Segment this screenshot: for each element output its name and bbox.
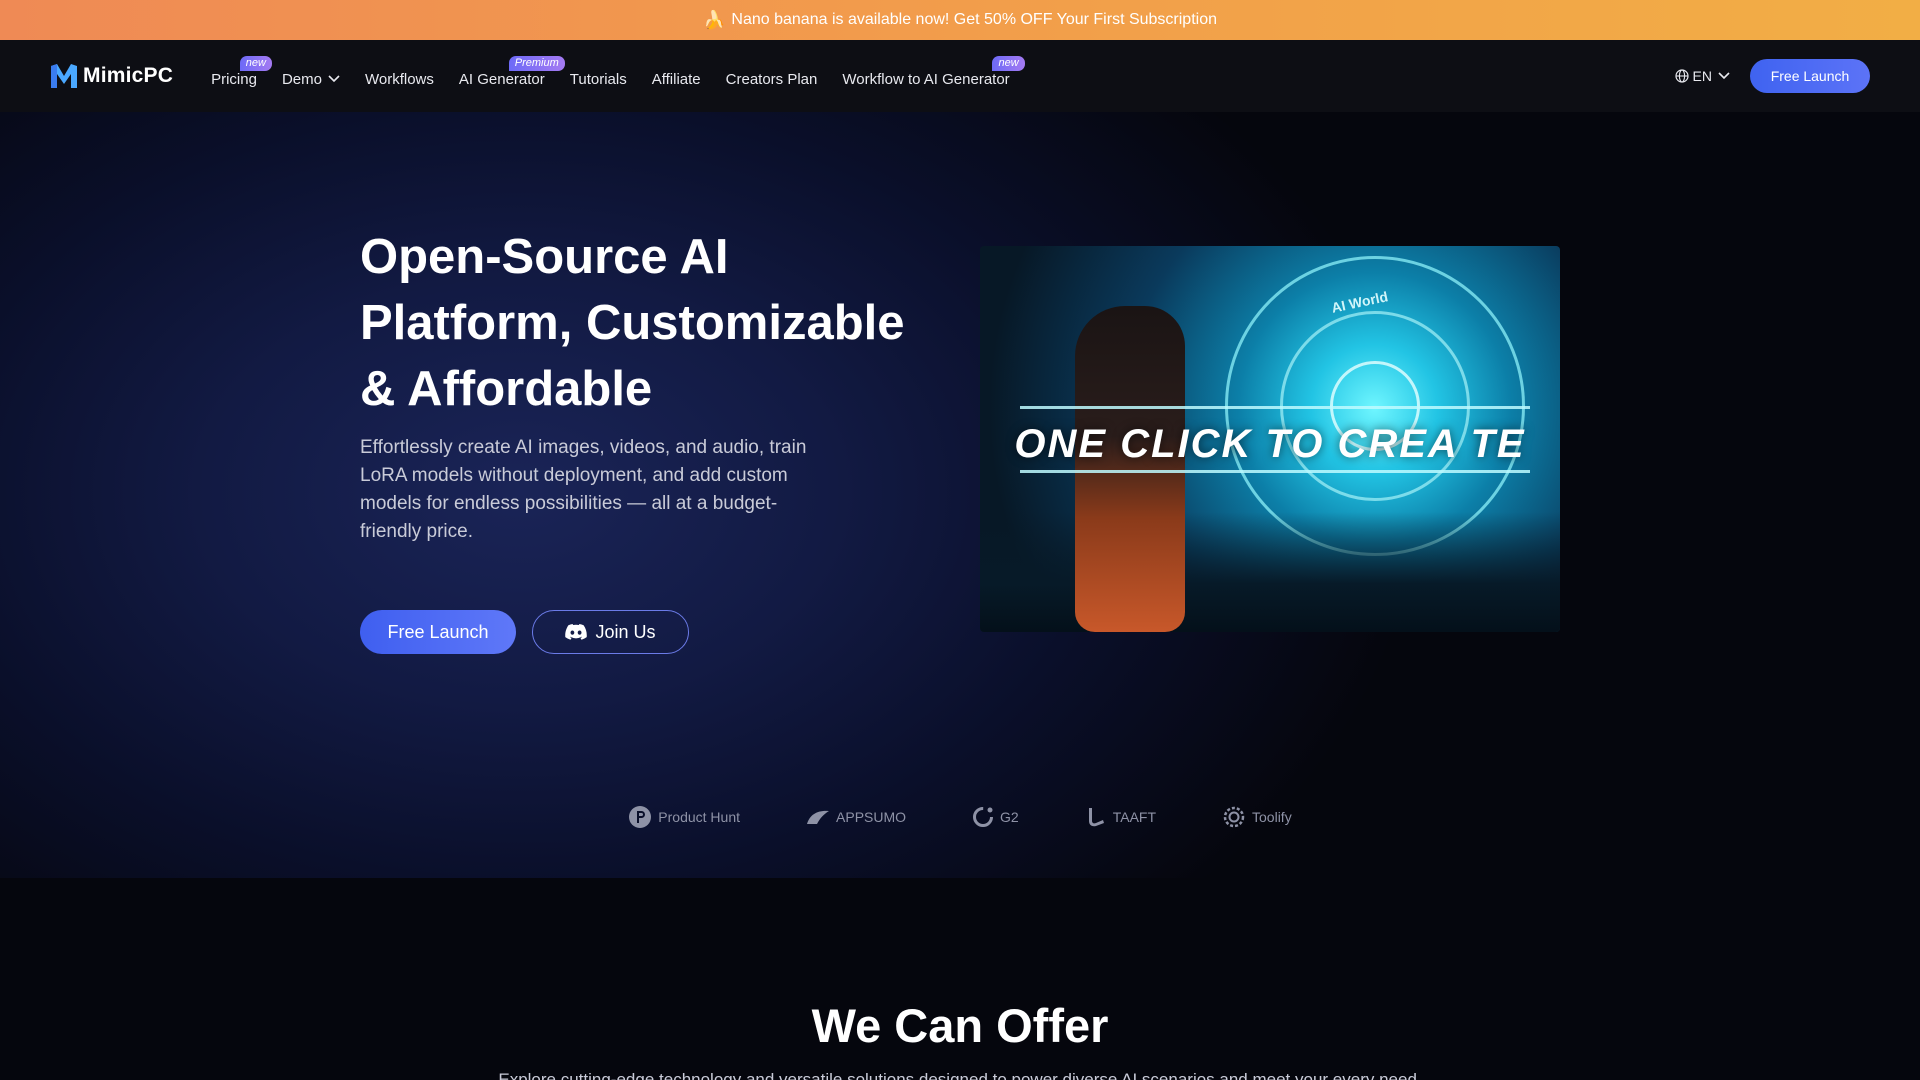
toolify-icon	[1223, 806, 1245, 828]
partner-name: TAAFT	[1112, 809, 1157, 825]
nav-item-affiliate[interactable]: Affiliate	[652, 65, 701, 88]
nav-item-label: Workflow to AI Generator	[842, 70, 1010, 88]
taaft-icon	[1088, 808, 1104, 827]
nav-item-label: Pricing	[211, 70, 257, 88]
partner-taaft[interactable]: TAAFT	[1085, 806, 1156, 828]
offer-title: We Can Offer	[811, 999, 1109, 1052]
banana-icon: 🍌	[702, 9, 726, 30]
chevron-down-icon	[1718, 72, 1730, 80]
top-navbar: MimicPC Pricing new Demo Workflows AI Ge…	[0, 40, 1920, 112]
nav-item-label: AI Generator	[458, 70, 545, 88]
nav-item-label: Demo	[281, 70, 322, 88]
nav-item-creators-plan[interactable]: Creators Plan	[726, 65, 818, 88]
nav-right: EN Free Launch	[1674, 40, 1870, 112]
hero-video[interactable]: AI World ONE CLICK TO CREA TE	[980, 246, 1560, 632]
nav-item-label: Tutorials	[569, 70, 627, 88]
promo-banner[interactable]: 🍌 Nano banana is available now! Get 50% …	[0, 0, 1920, 40]
partner-product-hunt[interactable]: Product Hunt	[628, 805, 740, 829]
appsumo-icon	[807, 810, 830, 824]
offer-subtitle: Explore cutting-edge technology and vers…	[498, 1070, 1422, 1080]
g2-icon	[973, 807, 994, 827]
nav-item-label: Workflows	[364, 70, 434, 88]
partner-name: APPSUMO	[836, 809, 907, 825]
nav-item-workflow-to-ai-generator[interactable]: Workflow to AI Generator new	[842, 55, 1025, 88]
partner-name: Toolify	[1252, 809, 1292, 825]
partner-name: G2	[1000, 809, 1019, 825]
hero-title: Open-Source AI Platform, Customizable & …	[360, 230, 905, 416]
globe-icon	[1674, 69, 1689, 83]
nav-item-pricing[interactable]: Pricing new	[211, 55, 272, 88]
chevron-down-icon	[328, 75, 340, 83]
media-line-top	[1020, 406, 1530, 409]
logo[interactable]: MimicPC	[49, 62, 173, 90]
nav-item-label: Affiliate	[651, 70, 701, 88]
promo-text: Nano banana is available now! Get 50% OF…	[731, 11, 1217, 28]
hero-section: Open-Source AI Platform, Customizable & …	[0, 112, 1920, 878]
nav-item-tutorials[interactable]: Tutorials	[570, 65, 627, 88]
partner-appsumo[interactable]: APPSUMO	[806, 808, 906, 826]
hero-free-launch-button[interactable]: Free Launch	[360, 610, 516, 654]
hero-description: Effortlessly create AI images, videos, a…	[360, 437, 807, 542]
nav-item-label: Creators Plan	[725, 70, 818, 88]
product-hunt-icon	[629, 806, 652, 828]
nav-item-demo[interactable]: Demo	[282, 65, 340, 88]
language-selector[interactable]: EN	[1674, 68, 1734, 84]
partner-name: Product Hunt	[658, 809, 741, 825]
media-line-bottom	[1020, 470, 1530, 473]
nav-menu: Pricing new Demo Workflows AI Generator …	[211, 55, 1035, 88]
media-overlay-text: ONE CLICK TO CREA TE	[1014, 422, 1526, 466]
media-floor	[980, 512, 1560, 632]
new-badge: new	[239, 55, 272, 71]
language-label: EN	[1692, 68, 1712, 84]
free-launch-button[interactable]: Free Launch	[1750, 59, 1870, 93]
partner-toolify[interactable]: Toolify	[1222, 805, 1292, 829]
logo-mark-icon	[51, 64, 77, 88]
partner-logos: Product Hunt APPSUMO G2 TAAFT Toolify	[0, 800, 1920, 834]
join-us-button[interactable]: Join Us	[532, 610, 689, 654]
nav-item-workflows[interactable]: Workflows	[365, 65, 434, 88]
nav-item-ai-generator[interactable]: AI Generator Premium	[458, 55, 565, 88]
discord-icon	[565, 624, 588, 640]
premium-badge: Premium	[508, 55, 565, 71]
new-badge: new	[992, 55, 1025, 71]
woman-figure	[1075, 306, 1185, 632]
logo-text: MimicPC	[83, 64, 174, 87]
join-us-label: Join Us	[595, 621, 656, 642]
partner-g2[interactable]: G2	[972, 806, 1019, 828]
